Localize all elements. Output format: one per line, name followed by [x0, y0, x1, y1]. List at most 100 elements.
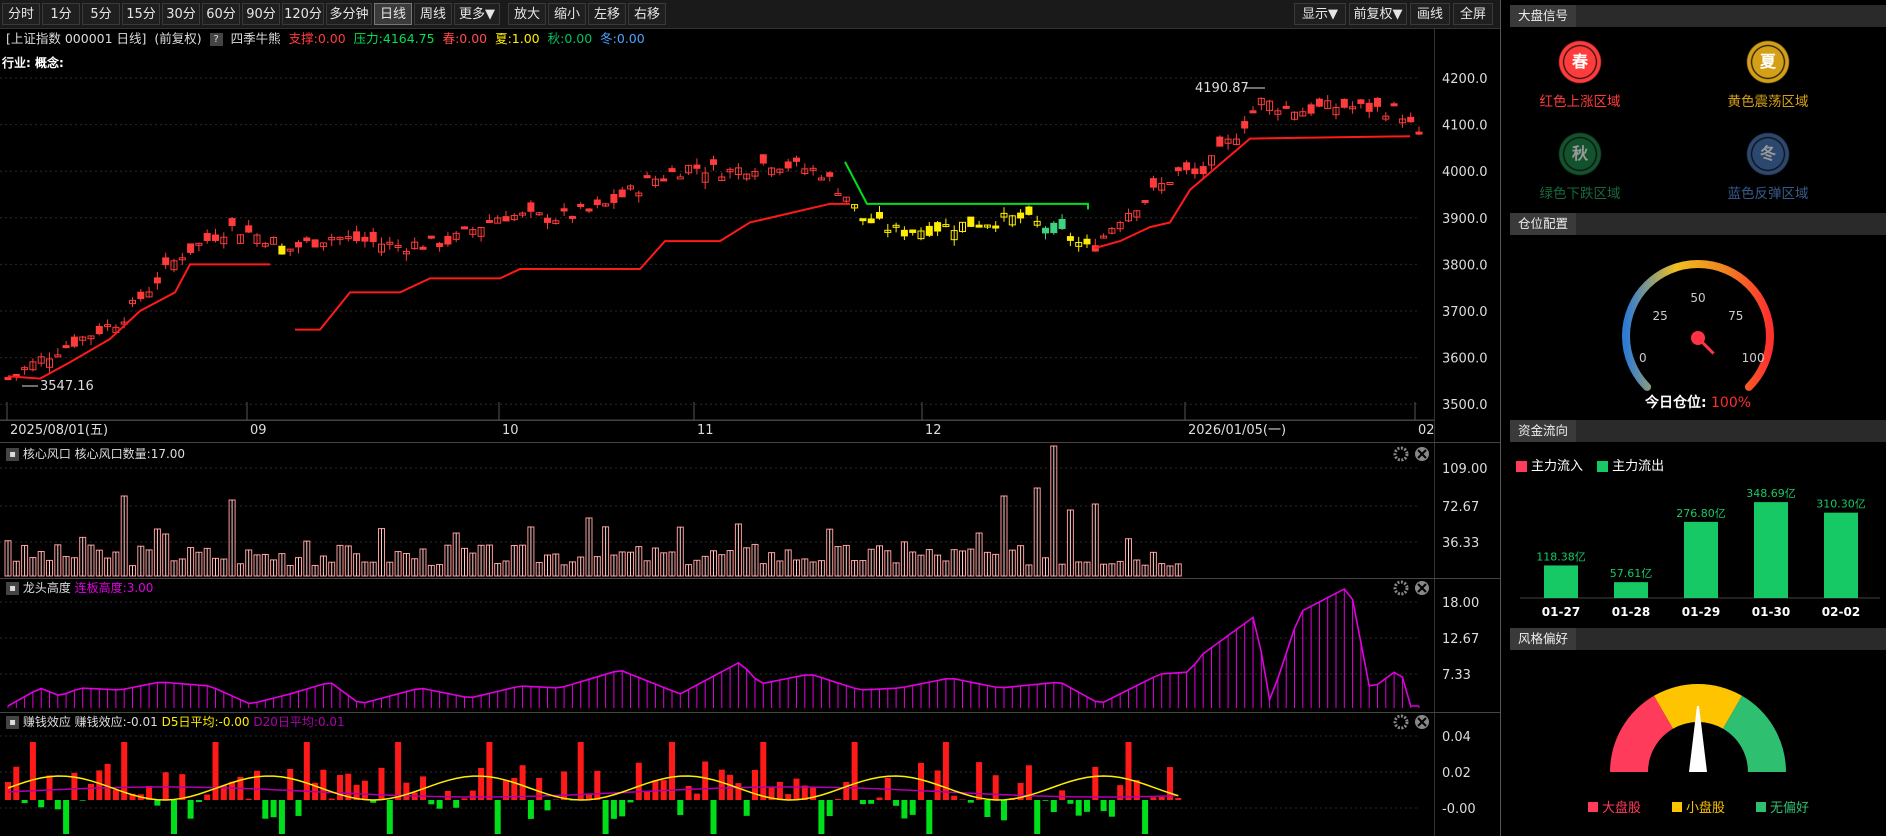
flow-bar-3: [1754, 502, 1788, 598]
candle-body: [228, 218, 236, 226]
leader-height-chart[interactable]: 18.00 12.67 7.33: [0, 578, 1500, 712]
date-label-2: 10: [502, 423, 519, 438]
candle-body: [1340, 98, 1348, 108]
pressure-line: [844, 161, 1089, 210]
flow-value-4: 310.30亿: [1816, 498, 1866, 511]
position-title: 仓位配置: [1510, 213, 1577, 235]
profit-bar: [154, 800, 161, 806]
profit-bar: [843, 781, 850, 800]
profit-bar: [13, 766, 20, 800]
period-button-15[interactable]: 右移: [628, 3, 666, 25]
period-button-11[interactable]: 更多▼: [454, 3, 500, 25]
profit-bar: [328, 798, 335, 800]
period-button-6[interactable]: 90分: [242, 3, 280, 25]
period-button-0[interactable]: 分时: [2, 3, 40, 25]
period-button-8[interactable]: 多分钟: [326, 3, 372, 25]
period-button-10[interactable]: 周线: [414, 3, 452, 25]
toolbar-right-button-3[interactable]: 全屏: [1453, 3, 1493, 25]
period-button-4[interactable]: 30分: [162, 3, 200, 25]
period-button-5[interactable]: 60分: [202, 3, 240, 25]
flow-date-2: 01-29: [1682, 605, 1720, 619]
style-preference-gauge: 大盘股 小盘股 无偏好: [1588, 684, 1809, 816]
core-hotspot-chart[interactable]: 109.00 72.67 36.33: [0, 444, 1500, 578]
candle-body: [660, 178, 668, 182]
style-legend-swatch-1: [1672, 802, 1682, 812]
candle-body: [1174, 167, 1182, 172]
gear-shape: [1393, 446, 1409, 462]
period-button-9[interactable]: 日线: [374, 3, 412, 25]
toolbar-right-button-0[interactable]: 显示▼: [1294, 3, 1346, 25]
candlestick-chart[interactable]: 4200.0 4100.0 4000.0 3900.0 3800.0 3700.0 3600…: [0, 50, 1500, 442]
profit-bar: [519, 765, 526, 800]
profit-bar: [752, 769, 758, 800]
profit-bar: [1067, 800, 1074, 804]
profit-bar: [428, 800, 435, 805]
toolbar-right-button-1[interactable]: 前复权▼: [1349, 3, 1407, 25]
season-label-1: 黄色震荡区域: [1727, 94, 1809, 110]
indicator-name: 四季牛熊: [230, 31, 281, 46]
profit-bar: [162, 772, 169, 800]
candle-body: [967, 216, 975, 227]
profit-bar: [79, 800, 86, 801]
period-button-3[interactable]: 15分: [122, 3, 160, 25]
candle-body: [585, 208, 593, 212]
candle-body: [1357, 99, 1365, 104]
season-label-3: 蓝色反弹区域: [1727, 186, 1809, 202]
flow-date-3: 01-30: [1752, 605, 1790, 619]
profit-bar: [594, 770, 601, 800]
date-label-3: 11: [697, 423, 714, 438]
flow-bar-0: [1544, 565, 1578, 598]
profit-bar: [951, 795, 958, 800]
date-label-4: 12: [925, 423, 942, 438]
period-button-2[interactable]: 5分: [82, 3, 120, 25]
profit-bar: [693, 793, 700, 800]
period-button-1[interactable]: 1分: [42, 3, 80, 25]
position-value: 100%: [1711, 395, 1752, 411]
gauge-tick-0: 0: [1639, 351, 1647, 365]
help-button[interactable]: ?: [209, 33, 223, 46]
candles: [4, 95, 1423, 381]
profit-bar: [835, 798, 841, 800]
core-tick-1: 72.67: [1442, 500, 1479, 515]
panel-gear-icon[interactable]: [1393, 714, 1409, 730]
spring-value: 春:0.00: [442, 31, 488, 46]
profit-bar: [1142, 800, 1149, 834]
profit-bar: [918, 762, 924, 800]
profit-bar: [669, 742, 675, 800]
fundflow-legend: 主力流入 主力流出: [1516, 455, 1664, 474]
period-button-14[interactable]: 左移: [588, 3, 626, 25]
candle-body: [925, 225, 933, 236]
profit-tick-2: -0.00: [1442, 802, 1476, 817]
period-button-13[interactable]: 缩小: [548, 3, 586, 25]
toolbar-right-button-2[interactable]: 画线: [1410, 3, 1450, 25]
panel-gear-icon[interactable]: [1393, 446, 1409, 462]
pressure-value: 压力:4164.75: [353, 31, 435, 46]
profit-bar: [320, 769, 327, 800]
profit-bar: [212, 742, 219, 800]
candle-body: [485, 220, 493, 224]
profit-bar: [577, 742, 584, 800]
candle-body: [1407, 116, 1415, 123]
panel-close-icon[interactable]: [1415, 581, 1429, 595]
season-icon-0: 春: [1556, 38, 1604, 86]
price-tick-2: 4000.0: [1442, 165, 1488, 180]
period-button-7[interactable]: 120分: [282, 3, 324, 25]
candle-body: [1307, 104, 1315, 114]
candle-body: [1365, 102, 1373, 112]
profit-effect-chart[interactable]: 0.04 0.02 -0.00: [0, 712, 1500, 836]
candle-body: [1282, 105, 1290, 109]
period-toolbar: 分时 1分 5分 15分 30分 60分 90分 120分 多分钟 日线 周线 更多▼ 放大 缩小 左移 右移…: [0, 0, 1500, 29]
flow-value-1: 57.61亿: [1610, 567, 1653, 580]
panel-close-icon[interactable]: [1415, 447, 1429, 461]
profit-bar: [461, 798, 468, 800]
summer-value: 夏:1.00: [495, 31, 540, 46]
profit-bar: [1175, 798, 1182, 800]
candle-body: [975, 224, 983, 228]
profit-bar: [386, 800, 393, 834]
panel-close-icon[interactable]: [1415, 715, 1429, 729]
candle-body: [676, 176, 684, 180]
period-button-12[interactable]: 放大: [508, 3, 546, 25]
inflow-label: 主力流入: [1531, 459, 1584, 474]
panel-gear-icon[interactable]: [1393, 580, 1409, 596]
price-tick-6: 3600.0: [1442, 352, 1488, 367]
